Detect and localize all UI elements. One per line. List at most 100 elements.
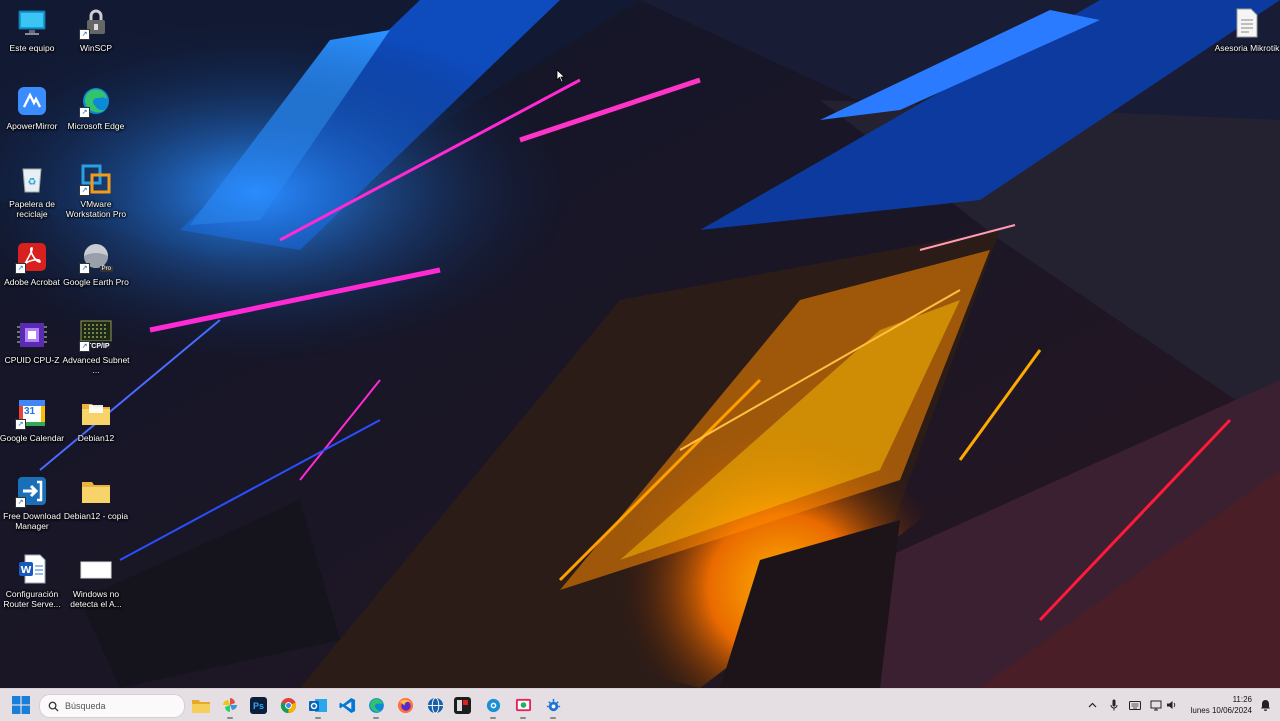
edge-icon: ↗ <box>79 84 113 118</box>
desktop-icon-windows-no-detecta[interactable]: Windows no detecta el A... <box>64 552 128 609</box>
globe-icon <box>427 696 443 714</box>
shortcut-arrow-icon: ↗ <box>15 497 26 508</box>
desktop-icon-google-calendar[interactable]: 31 ↗ Google Calendar <box>0 396 64 443</box>
desktop-icon-adobe-acrobat[interactable]: ↗ Adobe Acrobat <box>0 240 64 287</box>
desktop-icon-google-earth[interactable]: Pro ↗ Google Earth Pro <box>63 240 129 287</box>
taskbar-snipping-app[interactable] <box>513 695 533 719</box>
tray-overflow-chevron[interactable] <box>1085 689 1099 721</box>
desktop-icon-debian12-copia[interactable]: Debian12 - copia <box>64 474 128 521</box>
svg-text:♻: ♻ <box>28 177 37 188</box>
desktop-icon-label: Google Calendar <box>0 433 65 443</box>
taskbar-search-box[interactable]: Búsqueda <box>39 694 185 718</box>
start-button[interactable] <box>12 696 30 714</box>
calendar-day-number: 31 <box>24 406 36 417</box>
notification-bell-icon[interactable] <box>1260 699 1271 711</box>
earth-pro-badge: Pro <box>99 266 113 272</box>
desktop-icon-label: Debian12 - copia <box>63 511 129 521</box>
desktop-icon-microsoft-edge[interactable]: ↗ Microsoft Edge <box>64 84 128 131</box>
running-indicator <box>550 717 556 719</box>
tcpip-badge: TCP/IP <box>87 343 110 350</box>
tray-volume[interactable] <box>1164 689 1178 721</box>
desktop-icon-label: Microsoft Edge <box>67 121 125 131</box>
desktop-icon-label: Windows no detecta el A... <box>70 589 122 609</box>
computer-monitor-icon <box>15 6 49 40</box>
download-manager-icon: ↗ <box>15 474 49 508</box>
clock-time: 11:26 <box>1232 695 1252 704</box>
svg-text:W: W <box>20 565 31 576</box>
winbox-icon <box>457 700 468 711</box>
taskbar-vscode[interactable] <box>337 695 357 715</box>
desktop-icon-label: Adobe Acrobat <box>4 277 60 287</box>
desktop-icon-apowermirror[interactable]: ApowerMirror <box>0 84 64 131</box>
taskbar-edge[interactable] <box>366 695 386 719</box>
desktop-icon-asesoria-mikrotik[interactable]: Asesoria Mikrotik <box>1215 6 1279 53</box>
firefox-icon <box>397 697 413 713</box>
winscp-icon: ↗ <box>79 6 113 40</box>
desktop-icon-configuracion-router[interactable]: W Configuración Router Serve... <box>0 552 64 609</box>
desktop-icon-label: Debian12 <box>77 433 115 443</box>
desktop-icon-label: VMware Workstation Pro <box>65 199 127 219</box>
desktop-icon-debian12[interactable]: Debian12 <box>64 396 128 443</box>
pinwheel-icon <box>223 698 237 712</box>
outlook-icon <box>309 698 327 712</box>
desktop-icon-vmware[interactable]: ↗ VMware Workstation Pro <box>64 162 128 219</box>
desktop-icon-label: Free Download Manager <box>3 511 61 531</box>
desktop-icon-label: Configuración Router Serve... <box>3 589 61 609</box>
tray-keyboard[interactable] <box>1128 689 1142 721</box>
tray-microphone[interactable] <box>1107 689 1121 721</box>
desktop-icon-label: WinSCP <box>79 43 113 53</box>
taskbar-clock[interactable]: 11:26 lunes 10/06/2024 <box>1191 694 1252 716</box>
taskbar-settings-gear-app[interactable] <box>483 695 503 719</box>
taskbar: Búsqueda Ps 11:26 lunes 10/06/2024 <box>0 688 1280 721</box>
taskbar-terminal-app[interactable] <box>543 695 563 719</box>
shortcut-arrow-icon: ↗ <box>79 263 90 274</box>
desktop-icon-advanced-subnet[interactable]: TCP/IP ↗ Advanced Subnet ... <box>62 318 130 375</box>
taskbar-chrome[interactable] <box>278 695 298 715</box>
taskbar-pinwheel-app[interactable] <box>220 695 240 719</box>
taskbar-winbox[interactable] <box>454 697 471 714</box>
desktop-icon-label: Advanced Subnet ... <box>62 355 130 375</box>
recycle-bin-icon: ♻ <box>15 162 49 196</box>
taskbar-file-explorer[interactable] <box>191 695 211 715</box>
gear-app-icon <box>486 698 500 712</box>
running-indicator <box>315 717 321 719</box>
desktop-icon-label: ApowerMirror <box>6 121 58 131</box>
blank-file-icon <box>79 552 113 586</box>
desktop-icon-free-download-manager[interactable]: ↗ Free Download Manager <box>0 474 64 531</box>
desktop-icon-winscp[interactable]: ↗ WinSCP <box>64 6 128 53</box>
text-document-icon <box>1230 6 1264 40</box>
desktop-icon-label: CPUID CPU-Z <box>4 355 60 365</box>
desktop-icon-label: Este equipo <box>9 43 55 53</box>
search-placeholder: Búsqueda <box>65 701 106 711</box>
tray-network[interactable] <box>1149 689 1163 721</box>
microphone-icon <box>1110 699 1118 711</box>
edge-icon <box>368 697 384 713</box>
clock-date: lunes 10/06/2024 <box>1190 706 1252 715</box>
shortcut-arrow-icon: ↗ <box>79 107 90 118</box>
vscode-icon <box>338 697 355 713</box>
chevron-up-icon <box>1088 702 1096 708</box>
desktop-icon-cpuz[interactable]: CPUID CPU-Z <box>0 318 64 365</box>
running-indicator <box>227 717 233 719</box>
folder-icon <box>79 474 113 508</box>
acrobat-icon: ↗ <box>15 240 49 274</box>
taskbar-firefox[interactable] <box>395 695 415 715</box>
keyboard-icon <box>1129 700 1141 710</box>
taskbar-outlook[interactable] <box>308 695 328 719</box>
desktop-icon-label: Asesoria Mikrotik <box>1214 43 1280 53</box>
folder-icon <box>79 396 113 430</box>
running-indicator <box>520 717 526 719</box>
subnet-calculator-icon: TCP/IP ↗ <box>79 318 113 352</box>
shortcut-arrow-icon: ↗ <box>15 419 26 430</box>
photoshop-icon: Ps <box>252 700 264 711</box>
google-earth-icon: Pro ↗ <box>79 240 113 274</box>
taskbar-network-app[interactable] <box>425 695 445 715</box>
desktop-icon-este-equipo[interactable]: Este equipo <box>0 6 64 53</box>
desktop-icon-papelera[interactable]: ♻ Papelera de reciclaje <box>0 162 64 219</box>
vmware-icon: ↗ <box>79 162 113 196</box>
shortcut-arrow-icon: ↗ <box>79 29 90 40</box>
word-document-icon: W <box>15 552 49 586</box>
apowermirror-icon <box>15 84 49 118</box>
taskbar-photoshop[interactable]: Ps <box>250 697 267 714</box>
speaker-icon <box>1166 701 1175 709</box>
